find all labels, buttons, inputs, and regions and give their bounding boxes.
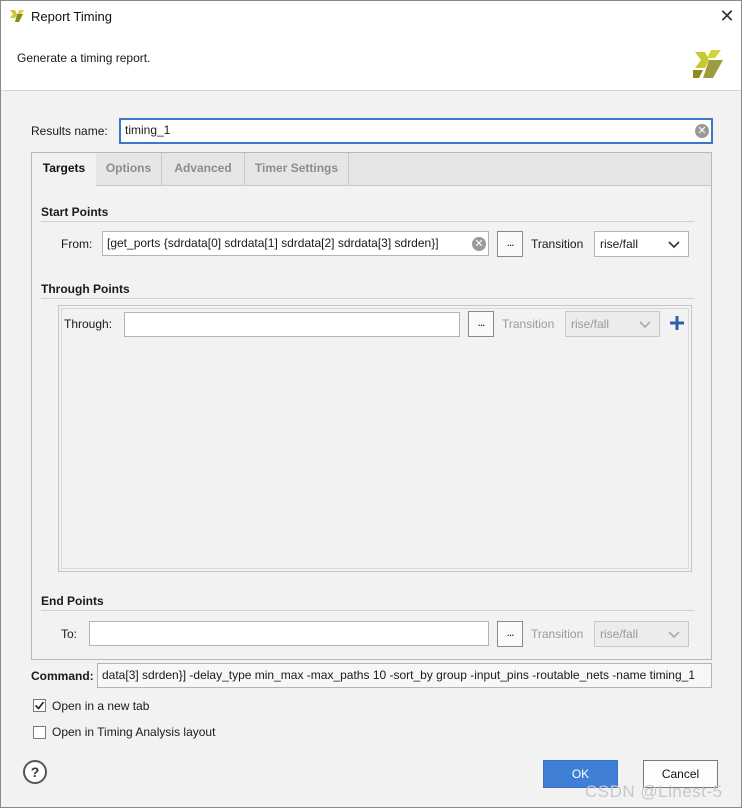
chevron-down-icon	[668, 241, 680, 249]
tab-timer-settings[interactable]: Timer Settings	[245, 153, 349, 185]
tab-label: Advanced	[174, 161, 232, 175]
through-points-title: Through Points	[41, 282, 130, 296]
browse-label: ...	[506, 625, 514, 639]
plus-icon[interactable]	[669, 315, 685, 331]
window-title: Report Timing	[31, 9, 112, 24]
report-timing-dialog: Report Timing ✕ Generate a timing report…	[0, 0, 742, 808]
through-input[interactable]	[124, 312, 460, 337]
open-new-tab-label[interactable]: Open in a new tab	[52, 699, 149, 713]
watermark: CSDN @Linest-5	[585, 782, 723, 801]
select-value: rise/fall	[571, 317, 610, 331]
help-icon[interactable]: ?	[23, 760, 47, 784]
to-transition-label: Transition	[531, 627, 584, 641]
through-browse-button[interactable]: ...	[468, 311, 494, 337]
through-points-inner	[61, 308, 689, 569]
header-description: Generate a timing report.	[17, 51, 151, 65]
tab-options[interactable]: Options	[96, 153, 162, 185]
tab-bar: Targets Options Advanced Timer Settings	[32, 153, 711, 186]
from-input[interactable]: [get_ports {sdrdata[0] sdrdata[1] sdrdat…	[102, 231, 489, 256]
checkmark-icon	[34, 701, 45, 710]
browse-label: ...	[506, 235, 514, 249]
select-value: rise/fall	[600, 627, 639, 641]
select-value: rise/fall	[600, 237, 639, 251]
clear-icon[interactable]: ✕	[695, 124, 709, 138]
to-input[interactable]	[89, 621, 489, 646]
tab-label: Options	[105, 161, 152, 175]
through-points-divider	[41, 298, 694, 299]
through-label: Through:	[64, 317, 113, 331]
start-points-divider	[41, 221, 694, 222]
end-points-title: End Points	[41, 594, 104, 608]
results-name-label: Results name:	[31, 124, 108, 138]
help-label: ?	[30, 764, 40, 780]
brand-logo-icon	[691, 46, 725, 80]
through-transition-select[interactable]: rise/fall	[565, 311, 660, 337]
results-name-input[interactable]: timing_1	[119, 118, 713, 144]
close-icon[interactable]: ✕	[717, 5, 737, 27]
end-points-divider	[41, 610, 694, 611]
open-timing-layout-label[interactable]: Open in Timing Analysis layout	[52, 725, 215, 739]
through-points-panel	[58, 305, 692, 572]
to-browse-button[interactable]: ...	[497, 621, 523, 647]
start-points-title: Start Points	[41, 205, 109, 219]
chevron-down-icon	[668, 631, 680, 639]
tab-label: Timer Settings	[254, 161, 339, 175]
from-label: From:	[61, 237, 93, 251]
tab-advanced[interactable]: Advanced	[162, 153, 245, 185]
from-value: [get_ports {sdrdata[0] sdrdata[1] sdrdat…	[107, 236, 439, 250]
app-logo-icon	[9, 8, 25, 24]
chevron-down-icon	[639, 321, 651, 329]
dialog-header: Generate a timing report.	[1, 32, 741, 91]
ok-label: OK	[571, 767, 590, 781]
from-transition-label: Transition	[531, 237, 584, 251]
to-label: To:	[61, 627, 78, 641]
from-transition-select[interactable]: rise/fall	[594, 231, 689, 257]
open-new-tab-checkbox[interactable]	[33, 699, 46, 712]
command-field[interactable]: data[3] sdrden}] -delay_type min_max -ma…	[97, 663, 712, 688]
tab-targets[interactable]: Targets	[32, 153, 96, 186]
tab-label: Targets	[42, 161, 86, 175]
results-name-value: timing_1	[125, 123, 171, 137]
title-bar: Report Timing ✕	[1, 1, 741, 32]
open-timing-layout-checkbox[interactable]	[33, 726, 46, 739]
command-value: data[3] sdrden}] -delay_type min_max -ma…	[102, 668, 695, 682]
clear-icon[interactable]: ✕	[472, 237, 486, 251]
browse-label: ...	[477, 315, 485, 329]
command-label: Command:	[31, 669, 94, 683]
to-transition-select[interactable]: rise/fall	[594, 621, 689, 647]
through-transition-label: Transition	[502, 317, 555, 331]
cancel-label: Cancel	[661, 767, 700, 781]
from-browse-button[interactable]: ...	[497, 231, 523, 257]
